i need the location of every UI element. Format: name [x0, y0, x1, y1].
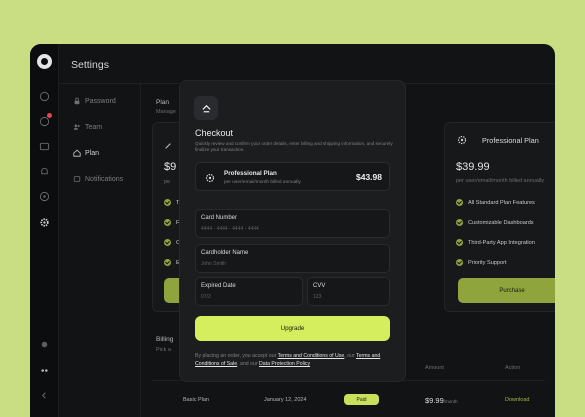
- page-title: Settings: [71, 59, 109, 71]
- mail-icon[interactable]: [39, 141, 50, 152]
- card-number-field[interactable]: Card Number 4444 - 4444 - 4444 - 4444: [195, 209, 390, 238]
- plan-icon: [204, 171, 216, 183]
- billing-subtitle: Pick a: [156, 347, 171, 353]
- billing-title: Billing: [156, 336, 174, 343]
- purchase-button[interactable]: Purchase: [458, 278, 555, 303]
- nav-item-plan[interactable]: Plan: [73, 149, 99, 157]
- nav-item-label: Team: [85, 123, 103, 131]
- cvv-field[interactable]: CVV 123: [307, 277, 390, 306]
- expired-date-field[interactable]: Expired Date 07/2: [195, 277, 303, 306]
- feature-item: All Standard Plan Features: [456, 199, 535, 206]
- plan-price-sub: per user/email/month billed annually: [456, 178, 545, 184]
- feature-item: T: [164, 199, 179, 206]
- notification-dot: [47, 113, 52, 118]
- feature-item: E: [164, 259, 180, 266]
- feature-item: F: [164, 219, 179, 226]
- plan-card-professional: Professional Plan $39.99 per user/email/…: [444, 122, 555, 312]
- terms-of-use-link[interactable]: Terms and Conditions of Use: [278, 353, 345, 359]
- plan-price-sub: pe: [164, 179, 171, 185]
- app-logo: [37, 54, 52, 69]
- col-header-action: Action: [505, 365, 521, 371]
- plan-section-subtitle: Manage: [156, 109, 176, 115]
- check-icon: [456, 239, 463, 246]
- field-placeholder: John Smith: [201, 261, 227, 267]
- nav-item-notifications[interactable]: Notifications: [73, 175, 123, 183]
- nav-item-password[interactable]: Password: [73, 97, 116, 105]
- check-icon: [456, 259, 463, 266]
- nav-item-team[interactable]: Team: [73, 123, 102, 131]
- feature-item: C: [164, 239, 180, 246]
- plan-sub: per user/email/month billed annually: [224, 180, 301, 185]
- check-icon: [164, 219, 171, 226]
- check-icon: [164, 239, 171, 246]
- field-label: Cardholder Name: [201, 250, 249, 256]
- logout-icon[interactable]: [39, 390, 50, 401]
- activity-icon[interactable]: [39, 91, 50, 102]
- feature-item: Customizable Dashboards: [456, 219, 534, 226]
- plan-section-title: Plan: [156, 99, 170, 106]
- plan-price: $9: [164, 161, 177, 173]
- field-label: Card Number: [201, 215, 238, 221]
- modal-title: Checkout: [195, 128, 234, 138]
- settings-nav: Password Team Plan Notifications: [59, 84, 141, 417]
- lock-icon: [74, 97, 80, 105]
- field-label: CVV: [313, 283, 326, 289]
- status-badge: Paid: [344, 394, 379, 405]
- check-icon: [456, 219, 463, 226]
- user-icon[interactable]: [39, 365, 50, 376]
- field-placeholder: 123: [313, 294, 322, 300]
- plan-name: Professional Plan: [482, 136, 539, 145]
- cardholder-name-field[interactable]: Cardholder Name John Smith: [195, 244, 390, 273]
- field-placeholder: 07/2: [201, 294, 211, 300]
- bell-icon: [73, 176, 81, 182]
- feature-item: Priority Support: [456, 259, 507, 266]
- check-icon: [164, 199, 171, 206]
- checkout-modal: Checkout Quickly review and confirm your…: [179, 80, 406, 382]
- plan-name: Professional Plan: [224, 170, 277, 177]
- bell-icon[interactable]: [39, 166, 50, 177]
- check-icon: [164, 259, 171, 266]
- icon-rail: [30, 44, 59, 417]
- download-link[interactable]: Download: [505, 397, 529, 403]
- row-date: January 12, 2024: [264, 397, 307, 403]
- selected-plan-box: Professional Plan per user/email/month b…: [195, 162, 390, 191]
- row-plan: Basic Plan: [183, 397, 209, 403]
- plan-icon: [164, 137, 172, 149]
- field-label: Expired Date: [201, 283, 236, 289]
- col-header-amount: Amount: [425, 365, 444, 371]
- nav-item-label: Plan: [85, 149, 100, 157]
- nav-item-label: Notifications: [85, 175, 124, 183]
- row-amount: $9.99/month: [425, 396, 458, 405]
- team-icon: [73, 124, 80, 130]
- modal-description: Quickly review and confirm your order de…: [195, 141, 393, 152]
- nav-item-label: Password: [85, 97, 116, 105]
- plan-price: $39.99: [456, 161, 490, 173]
- plan-price: $43.98: [356, 172, 382, 182]
- plan-icon: [73, 149, 81, 157]
- checkout-logo-icon: [194, 96, 218, 120]
- check-icon: [456, 199, 463, 206]
- upgrade-button[interactable]: Upgrade: [195, 316, 390, 341]
- info-icon[interactable]: [39, 339, 50, 350]
- help-icon[interactable]: [39, 191, 50, 202]
- terms-text: By placing an order, you accept our Term…: [195, 353, 381, 367]
- data-protection-link[interactable]: Data Protection Policy: [259, 361, 310, 367]
- field-placeholder: 4444 - 4444 - 4444 - 4444: [201, 226, 259, 232]
- settings-gear-icon[interactable]: [39, 217, 50, 228]
- feature-item: Third-Party App Integration: [456, 239, 535, 246]
- plan-icon: [456, 133, 468, 145]
